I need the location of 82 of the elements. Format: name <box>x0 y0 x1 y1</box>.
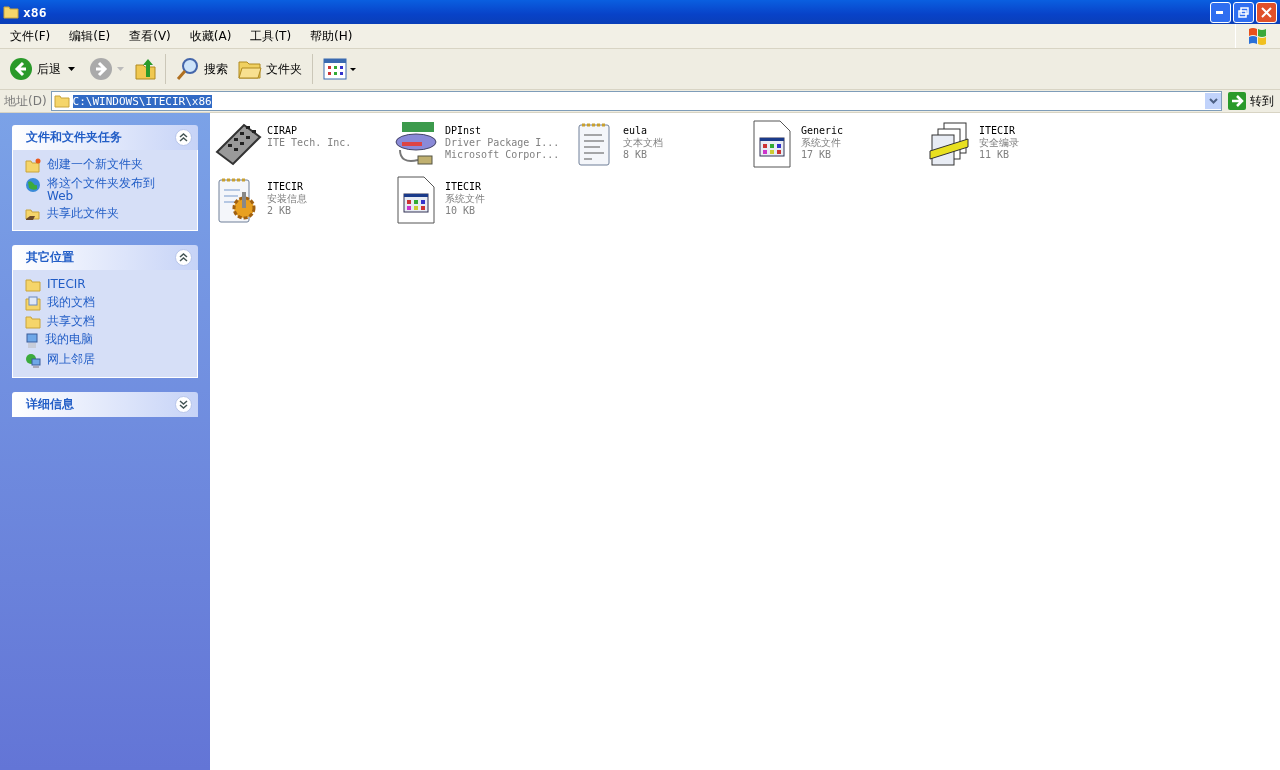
folder-icon <box>3 5 19 19</box>
file-detail: ITE Tech. Inc. <box>267 137 352 149</box>
minimize-button[interactable] <box>1210 1 1231 23</box>
go-arrow-icon <box>1228 92 1246 110</box>
views-icon <box>323 58 357 80</box>
file-detail: 系统文件 <box>445 193 485 205</box>
file-name[interactable]: DPInst <box>445 125 560 137</box>
address-field[interactable]: C:\WINDOWS\ITECIR\x86 <box>50 91 1222 111</box>
panel-title: 文件和文件夹任务 <box>26 129 122 146</box>
folder-icon <box>25 278 41 292</box>
close-icon <box>1261 6 1272 18</box>
file-detail: 文本文档 <box>623 137 663 149</box>
expand-button[interactable] <box>175 396 192 413</box>
task-link[interactable]: 将这个文件夹发布到 Web <box>25 177 187 203</box>
network-icon <box>25 353 41 369</box>
folder-icon <box>53 94 70 108</box>
task-link[interactable]: ITECIR <box>25 278 187 292</box>
address-label: 地址(D) <box>4 92 47 110</box>
system-file-icon <box>752 120 792 168</box>
go-button[interactable]: 转到 <box>1226 92 1276 110</box>
file-detail: 系统文件 <box>801 137 842 149</box>
dropdown-arrow-icon[interactable] <box>68 67 75 71</box>
menu-item[interactable]: 查看(V) <box>123 27 177 45</box>
panel-title: 详细信息 <box>26 396 74 413</box>
task-link[interactable]: 共享此文件夹 <box>25 207 187 222</box>
file-name[interactable]: ITECIR <box>445 181 485 193</box>
file-name[interactable]: eula <box>623 125 663 137</box>
search-button[interactable]: 搜索 <box>173 55 231 83</box>
driver-package-icon <box>392 120 440 168</box>
address-text: C:\WINDOWS\ITECIR\x86 <box>72 94 212 108</box>
new-folder-icon <box>25 158 41 173</box>
menu-item[interactable]: 编辑(E) <box>63 27 117 45</box>
collapse-button[interactable] <box>175 129 192 146</box>
task-link[interactable]: 共享文档 <box>25 315 187 329</box>
system-file-icon <box>396 176 436 224</box>
text-document-icon <box>576 121 612 167</box>
minimize-icon <box>1216 10 1225 14</box>
globe-icon <box>25 177 41 193</box>
window-title: x86 <box>23 4 47 20</box>
task-link[interactable]: 我的电脑 <box>25 333 187 349</box>
file-detail: 安全编录 <box>979 137 1019 149</box>
task-link[interactable]: 网上邻居 <box>25 353 187 369</box>
restore-button[interactable] <box>1233 1 1254 23</box>
restore-icon <box>1238 6 1249 18</box>
chevrons-up-icon <box>179 253 188 262</box>
search-icon <box>176 57 200 81</box>
file-name[interactable]: Generic <box>801 125 844 137</box>
close-button[interactable] <box>1256 1 1277 23</box>
menu-item[interactable]: 帮助(H) <box>304 27 359 45</box>
file-detail: 安装信息 <box>267 193 307 205</box>
file-name[interactable]: CIRAP <box>267 125 352 137</box>
documents-folder-icon <box>25 296 41 311</box>
dropdown-button[interactable] <box>1205 93 1221 109</box>
file-detail: 11 KB <box>979 149 1011 161</box>
chevrons-up-icon <box>179 133 188 142</box>
menu-item[interactable]: 工具(T) <box>244 27 298 45</box>
folders-icon <box>238 59 262 79</box>
file-detail: 8 KB <box>623 149 649 161</box>
file-detail: 17 KB <box>801 149 833 161</box>
task-link[interactable]: 创建一个新文件夹 <box>25 158 187 173</box>
folder-icon <box>25 315 41 329</box>
file-detail: 2 KB <box>267 205 293 217</box>
security-catalog-icon <box>928 121 972 167</box>
up-folder-icon[interactable] <box>134 57 158 81</box>
file-detail: Driver Package I... <box>445 137 560 149</box>
back-button[interactable]: 后退 <box>6 55 64 83</box>
file-detail: Microsoft Corpor... <box>445 149 560 161</box>
collapse-button[interactable] <box>175 249 192 266</box>
panel-title: 其它位置 <box>26 249 74 266</box>
menu-item[interactable]: 收藏(A) <box>183 27 238 45</box>
shared-folder-icon <box>25 207 41 222</box>
windows-flag-icon <box>1248 27 1268 45</box>
chevron-down-icon <box>1208 98 1218 104</box>
menu-item[interactable]: 文件(F) <box>4 27 57 45</box>
chevrons-down-icon <box>179 400 188 409</box>
folders-button[interactable]: 文件夹 <box>235 57 305 81</box>
remote-control-icon <box>214 122 262 166</box>
file-name[interactable]: ITECIR <box>979 125 1019 137</box>
task-link[interactable]: 我的文档 <box>25 296 187 311</box>
file-detail: 10 KB <box>445 205 477 217</box>
computer-icon <box>25 333 39 349</box>
file-name[interactable]: ITECIR <box>267 181 307 193</box>
